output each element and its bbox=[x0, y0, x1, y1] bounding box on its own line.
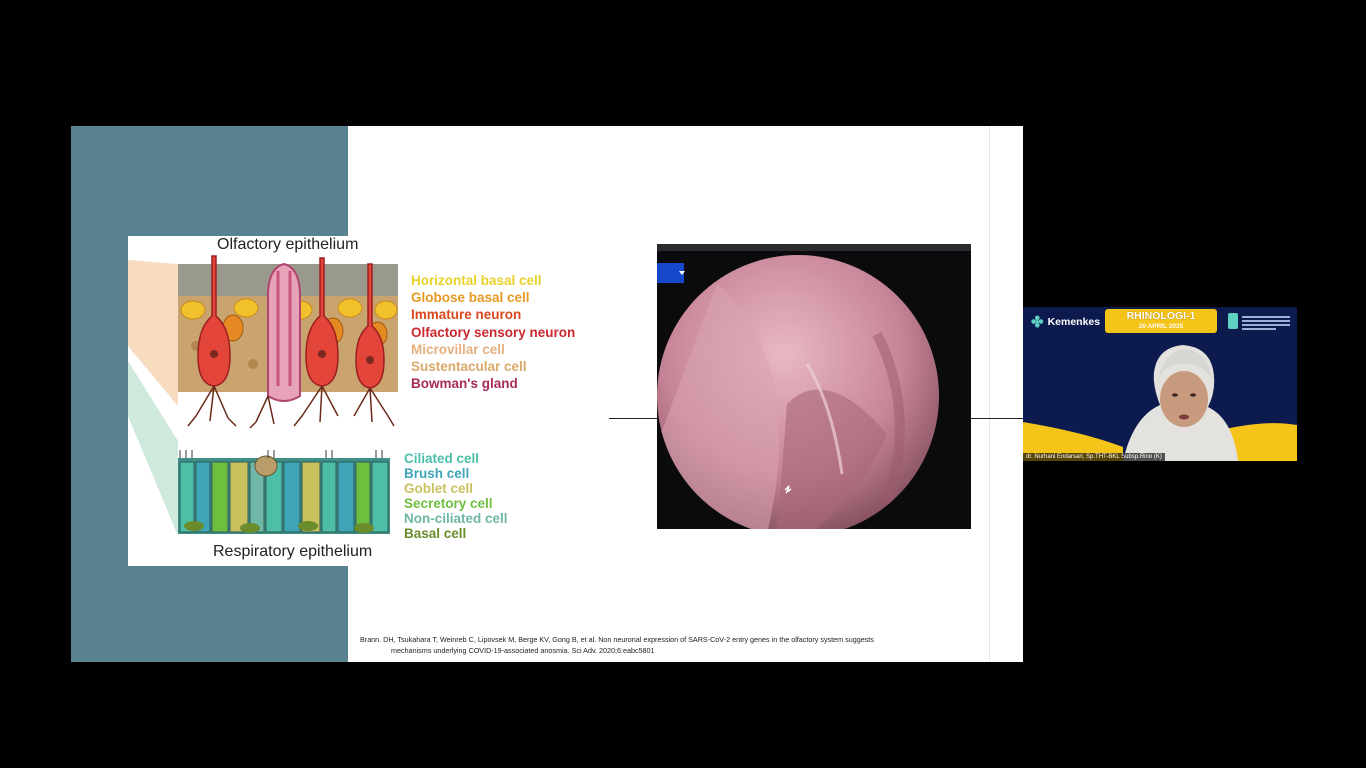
respiratory-cell-legend: Ciliated cell Brush cell Goblet cell Secret… bbox=[404, 451, 508, 541]
legend-item: Globose basal cell bbox=[411, 290, 530, 306]
legend-item: Immature neuron bbox=[411, 307, 522, 323]
citation-line-1: Brann. DH, Tsukahara T, Weinreb C, Lipov… bbox=[360, 635, 874, 644]
legend-item: Sustentacular cell bbox=[411, 359, 527, 375]
organizer-logo-icon bbox=[1228, 313, 1238, 329]
epithelium-illustration bbox=[128, 255, 398, 536]
event-title: RHINOLOGI-1 bbox=[1126, 310, 1196, 322]
slide-citation: Brann. DH, Tsukahara T, Weinreb C, Lipov… bbox=[360, 634, 874, 656]
chevron-down-icon bbox=[679, 271, 685, 275]
respiratory-epithelium-title: Respiratory epithelium bbox=[213, 543, 373, 560]
legend-item: Basal cell bbox=[404, 526, 467, 541]
epithelium-figure: Olfactory epithelium Respiratory epithel… bbox=[128, 236, 658, 566]
legend-item: Goblet cell bbox=[404, 481, 474, 496]
endoscopy-view bbox=[657, 255, 939, 529]
webcam-feed: ✤ Kemenkes RHINOLOGI-1 20 APRIL 2025 dr.… bbox=[1023, 307, 1297, 461]
legend-item: Olfactory sensory neuron bbox=[411, 324, 576, 340]
kemenkes-logo-text: Kemenkes bbox=[1047, 316, 1101, 328]
slide-divider bbox=[989, 126, 990, 662]
legend-item: Horizontal basal cell bbox=[411, 273, 542, 288]
citation-line-2: mechanisms underlying COVID-19-associate… bbox=[391, 646, 655, 655]
legend-item: Secretory cell bbox=[404, 496, 493, 511]
connector-line-left bbox=[609, 418, 657, 419]
olfactory-cell-legend: Horizontal basal cell Globose basal cell I… bbox=[411, 272, 575, 392]
endoscope-menu-button[interactable] bbox=[657, 263, 685, 283]
legend-item: Microvillar cell bbox=[411, 341, 505, 357]
speaker-name: dr. Nurhani Endarsari, Sp.THT-BKL Subsp.… bbox=[1023, 453, 1165, 461]
legend-item: Non-ciliated cell bbox=[404, 511, 508, 526]
legend-item: Ciliated cell bbox=[404, 451, 480, 466]
connector-line-right bbox=[971, 418, 1023, 419]
endoscopy-image bbox=[657, 244, 971, 529]
legend-item: Brush cell bbox=[404, 466, 470, 481]
legend-item: Bowman's gland bbox=[411, 376, 518, 392]
event-date: 20 APRIL 2025 bbox=[1138, 323, 1184, 330]
kemenkes-logo: ✤ Kemenkes bbox=[1031, 312, 1100, 332]
kemenkes-logo-icon: ✤ bbox=[1031, 313, 1044, 331]
organizer-logo bbox=[1228, 313, 1292, 331]
olfactory-epithelium-title: Olfactory epithelium bbox=[217, 236, 359, 253]
event-badge: RHINOLOGI-1 20 APRIL 2025 bbox=[1105, 309, 1217, 333]
